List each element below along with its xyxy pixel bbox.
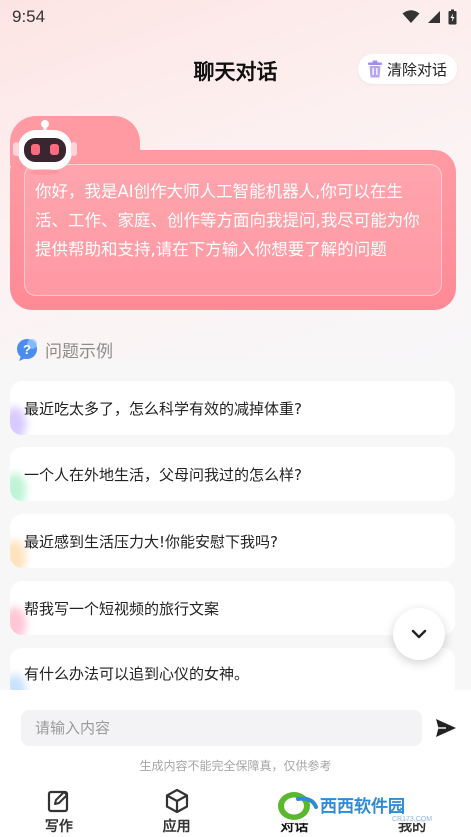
site-watermark-logo: 西西软件园 CR173.COM bbox=[272, 789, 457, 823]
svg-text:?: ? bbox=[23, 342, 31, 357]
scroll-down-button[interactable] bbox=[393, 608, 445, 660]
tab-apps[interactable]: 应用 bbox=[118, 786, 236, 837]
chevron-down-icon bbox=[411, 629, 427, 639]
trash-icon bbox=[367, 60, 382, 78]
clear-chat-label: 清除对话 bbox=[386, 60, 447, 79]
wifi-icon bbox=[402, 10, 420, 23]
example-question[interactable]: 一个人在外地生活，父母问我过的怎么样? bbox=[10, 447, 455, 501]
robot-avatar-icon bbox=[13, 120, 77, 175]
status-icons bbox=[402, 9, 457, 25]
svg-text:西西软件园: 西西软件园 bbox=[320, 796, 405, 817]
example-question[interactable]: 最近感到生活压力大!你能安慰下我吗? bbox=[10, 514, 455, 568]
app-header: 聊天对话 清除对话 bbox=[0, 44, 471, 94]
status-bar: 9:54 bbox=[0, 0, 471, 34]
example-question-text: 一个人在外地生活，父母问我过的怎么样? bbox=[24, 465, 302, 484]
message-input[interactable] bbox=[21, 710, 422, 746]
examples-heading: ? 问题示例 bbox=[15, 337, 113, 362]
examples-heading-label: 问题示例 bbox=[45, 342, 113, 362]
example-question-text: 帮我写一个短视频的旅行文案 bbox=[24, 599, 220, 618]
example-question[interactable]: 最近吃太多了，怎么科学有效的减掉体重? bbox=[10, 381, 455, 435]
example-question-text: 最近吃太多了，怎么科学有效的减掉体重? bbox=[24, 399, 302, 418]
tab-label: 写作 bbox=[44, 819, 73, 835]
edit-icon bbox=[47, 790, 68, 813]
intro-message: 你好，我是AI创作大师人工智能机器人,你可以在生活、工作、家庭、创作等方面向我提… bbox=[24, 164, 442, 296]
tab-label: 应用 bbox=[162, 819, 191, 835]
example-question[interactable]: 帮我写一个短视频的旅行文案 bbox=[10, 581, 455, 635]
cube-icon bbox=[165, 788, 188, 814]
question-bubble-icon: ? bbox=[17, 338, 37, 361]
svg-text:CR173.COM: CR173.COM bbox=[392, 816, 432, 823]
send-icon[interactable] bbox=[434, 716, 458, 740]
status-time: 9:54 bbox=[12, 7, 46, 26]
example-question-text: 有什么办法可以追到心仪的女神。 bbox=[24, 664, 250, 683]
tab-writing[interactable]: 写作 bbox=[0, 786, 118, 837]
disclaimer-text: 生成内容不能完全保障真，仅供参考 bbox=[139, 759, 332, 773]
example-question-text: 最近感到生活压力大!你能安慰下我吗? bbox=[24, 532, 278, 551]
clear-chat-button[interactable]: 清除对话 bbox=[357, 54, 457, 84]
signal-icon bbox=[428, 11, 440, 23]
battery-icon bbox=[448, 9, 457, 25]
